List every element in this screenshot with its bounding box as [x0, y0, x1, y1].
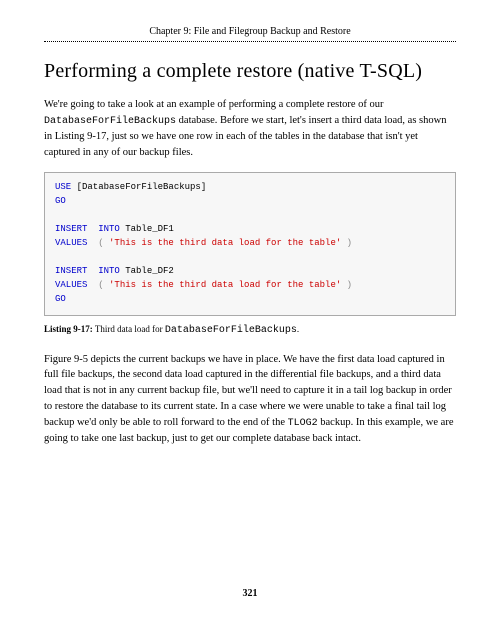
kw-values: VALUES — [55, 280, 87, 290]
listing-text-a: Third data load for — [93, 324, 165, 334]
tlog2-inline: TLOG2 — [288, 418, 318, 429]
page-number: 321 — [0, 588, 500, 599]
kw-into: INTO — [87, 266, 119, 276]
kw-values: VALUES — [55, 238, 87, 248]
chapter-header: Chapter 9: File and Filegroup Backup and… — [44, 26, 456, 42]
kw-insert: INSERT — [55, 266, 87, 276]
code-listing: USE [DatabaseForFileBackups] GO INSERT I… — [44, 172, 456, 315]
db-name-inline: DatabaseForFileBackups — [44, 116, 176, 127]
kw-insert: INSERT — [55, 224, 87, 234]
paren: ( — [87, 280, 109, 290]
code-str: 'This is the third data load for the tab… — [109, 238, 341, 248]
listing-caption: Listing 9-17: Third data load for Databa… — [44, 324, 456, 336]
code-tbl: Table_DF1 — [120, 224, 174, 234]
listing-code-inline: DatabaseForFileBackups — [165, 325, 297, 336]
body-paragraph-2: Figure 9-5 depicts the current backups w… — [44, 352, 456, 447]
paren: ( — [87, 238, 109, 248]
intro-text-a: We're going to take a look at an example… — [44, 99, 384, 110]
code-arg: [DatabaseForFileBackups] — [71, 182, 206, 192]
code-tbl: Table_DF2 — [120, 266, 174, 276]
paren: ) — [341, 238, 352, 248]
kw-into: INTO — [87, 224, 119, 234]
listing-text-b: . — [297, 324, 299, 334]
kw-go: GO — [55, 294, 66, 304]
code-str: 'This is the third data load for the tab… — [109, 280, 341, 290]
listing-label: Listing 9-17: — [44, 324, 93, 334]
kw-use: USE — [55, 182, 71, 192]
intro-paragraph: We're going to take a look at an example… — [44, 97, 456, 160]
paren: ) — [341, 280, 352, 290]
section-title: Performing a complete restore (native T-… — [44, 60, 456, 83]
kw-go: GO — [55, 196, 66, 206]
